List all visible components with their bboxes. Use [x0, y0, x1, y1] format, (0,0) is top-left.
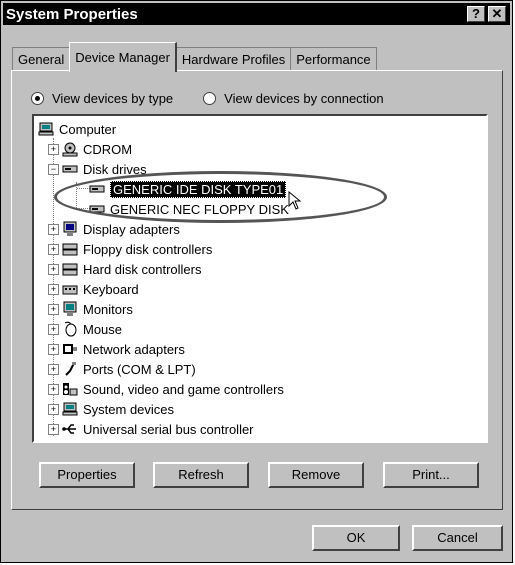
tree-item-label: Network adapters [83, 341, 185, 357]
view-mode-group: View devices by type View devices by con… [31, 91, 414, 106]
remove-button[interactable]: Remove [268, 462, 364, 488]
properties-button[interactable]: Properties [39, 462, 135, 488]
title-bar[interactable]: System Properties ? ✕ [3, 3, 510, 25]
tab-performance[interactable]: Performance [290, 47, 377, 71]
disk-drive-icon [62, 161, 78, 177]
tree-item-computer[interactable]: Computer [38, 119, 116, 139]
keyboard-icon [62, 281, 78, 297]
radio-selected-icon [31, 92, 44, 105]
tree-item-label: CDROM [83, 141, 133, 157]
expand-icon[interactable]: + [48, 344, 59, 355]
tree-item-label: System devices [83, 401, 175, 417]
tree-item-label: Universal serial bus controller [83, 421, 254, 437]
sound-icon [62, 381, 78, 397]
tree-item-label: Mouse [83, 321, 123, 337]
expand-icon[interactable]: + [48, 304, 59, 315]
view-by-type-label: View devices by type [52, 91, 174, 106]
system-properties-window: System Properties ? ✕ General Device Man… [0, 0, 513, 563]
monitor-icon [62, 301, 78, 317]
tree-item-label: Monitors [83, 301, 133, 317]
ok-button[interactable]: OK [312, 525, 400, 551]
controller-icon [62, 261, 78, 277]
tree-item-ports[interactable]: Ports (COM & LPT) [62, 359, 196, 379]
port-icon [62, 361, 78, 377]
mouse-icon [62, 321, 78, 337]
print-button[interactable]: Print... [383, 462, 479, 488]
tree-item-keyboard[interactable]: Keyboard [62, 279, 139, 299]
window-title: System Properties [6, 5, 138, 23]
tab-strip: General Device Manager Hardware Profiles… [12, 41, 377, 72]
tree-item-cdrom[interactable]: CDROM [62, 139, 132, 159]
tree-item-label: Keyboard [83, 281, 139, 297]
tree-item-label: Floppy disk controllers [83, 241, 213, 257]
tree-item-system-devices[interactable]: System devices [62, 399, 174, 419]
collapse-icon[interactable]: − [48, 164, 59, 175]
system-icon [62, 401, 78, 417]
expand-icon[interactable]: + [48, 144, 59, 155]
expand-icon[interactable]: + [48, 224, 59, 235]
cancel-button[interactable]: Cancel [412, 525, 503, 551]
cdrom-icon [62, 141, 78, 157]
controller-icon [62, 241, 78, 257]
annotation-ellipse [54, 171, 387, 223]
network-icon [62, 341, 78, 357]
mouse-cursor-icon [288, 191, 302, 210]
tree-item-label: Computer [59, 121, 117, 137]
usb-icon [62, 421, 78, 437]
refresh-button[interactable]: Refresh [153, 462, 249, 488]
tree-item-network-adapters[interactable]: Network adapters [62, 339, 185, 359]
tab-hardware-profiles[interactable]: Hardware Profiles [175, 47, 292, 71]
tree-item-monitors[interactable]: Monitors [62, 299, 133, 319]
expand-icon[interactable]: + [48, 244, 59, 255]
expand-icon[interactable]: + [48, 424, 59, 435]
tree-item-label: Display adapters [83, 221, 180, 237]
expand-icon[interactable]: + [48, 264, 59, 275]
tree-item-label: Sound, video and game controllers [83, 381, 284, 397]
tree-item-hard-disk-controllers[interactable]: Hard disk controllers [62, 259, 202, 279]
tree-item-label: Ports (COM & LPT) [83, 361, 196, 377]
tree-item-usb-controller[interactable]: Universal serial bus controller [62, 419, 254, 439]
view-by-type-radio[interactable]: View devices by type [31, 91, 173, 106]
view-by-connection-radio[interactable]: View devices by connection [203, 91, 384, 106]
close-button[interactable]: ✕ [488, 6, 506, 22]
monitor-icon [62, 221, 78, 237]
tree-item-sound-video-game[interactable]: Sound, video and game controllers [62, 379, 284, 399]
help-button[interactable]: ? [467, 6, 485, 22]
expand-icon[interactable]: + [48, 324, 59, 335]
expand-icon[interactable]: + [48, 284, 59, 295]
view-by-connection-label: View devices by connection [224, 91, 384, 106]
tree-item-floppy-controllers[interactable]: Floppy disk controllers [62, 239, 212, 259]
device-tree[interactable]: Computer + CDROM − Disk drives GENERIC I… [32, 114, 488, 443]
tree-item-display-adapters[interactable]: Display adapters [62, 219, 180, 239]
expand-icon[interactable]: + [48, 384, 59, 395]
computer-icon [38, 121, 54, 137]
expand-icon[interactable]: + [48, 364, 59, 375]
expand-icon[interactable]: + [48, 404, 59, 415]
radio-empty-icon [203, 92, 217, 105]
tab-general[interactable]: General [12, 47, 71, 71]
tree-item-label: Hard disk controllers [83, 261, 202, 277]
tab-device-manager[interactable]: Device Manager [69, 42, 177, 72]
tree-item-mouse[interactable]: Mouse [62, 319, 122, 339]
